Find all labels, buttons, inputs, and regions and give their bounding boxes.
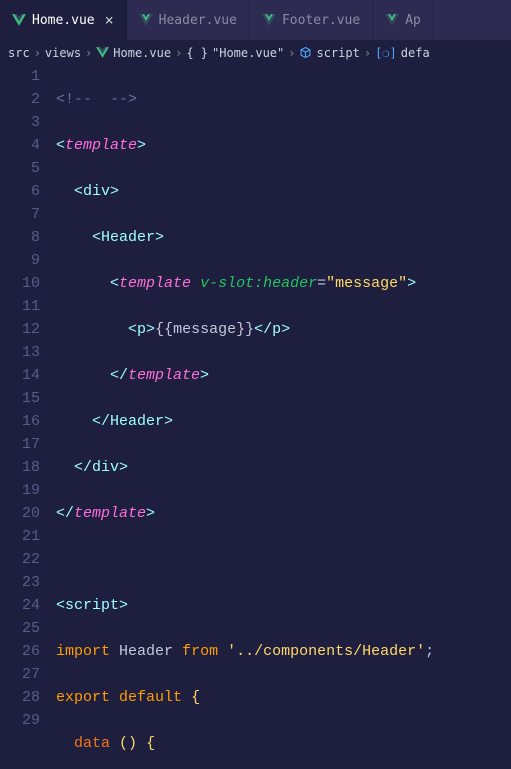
code-editor[interactable]: 1234 5678 9101112 13141516 17181920 2122… bbox=[0, 65, 511, 769]
code-line[interactable]: <script> bbox=[56, 594, 511, 617]
breadcrumb-views[interactable]: views bbox=[45, 46, 81, 60]
vue-icon bbox=[262, 14, 276, 26]
tab-app[interactable]: Ap bbox=[373, 0, 434, 40]
breadcrumb: src › views › Home.vue › { } "Home.vue" … bbox=[0, 40, 511, 65]
vue-icon bbox=[385, 14, 399, 26]
breadcrumb-src[interactable]: src bbox=[8, 46, 30, 60]
breadcrumb-region[interactable]: "Home.vue" bbox=[212, 46, 284, 60]
bracket-icon: [❍] bbox=[375, 46, 397, 60]
cube-icon bbox=[299, 47, 312, 58]
breadcrumb-script[interactable]: script bbox=[316, 46, 359, 60]
code-line[interactable]: <Header> bbox=[56, 226, 511, 249]
tab-label: Footer.vue bbox=[282, 13, 360, 28]
code-line[interactable]: </template> bbox=[56, 502, 511, 525]
code-line[interactable]: export default { bbox=[56, 686, 511, 709]
code-line[interactable]: import Header from '../components/Header… bbox=[56, 640, 511, 663]
code-line[interactable]: </template> bbox=[56, 364, 511, 387]
tab-label: Header.vue bbox=[159, 13, 237, 28]
tab-home[interactable]: Home.vue × bbox=[0, 0, 127, 40]
tab-label: Home.vue bbox=[32, 13, 95, 28]
code-line[interactable]: data () { bbox=[56, 732, 511, 755]
vue-icon bbox=[12, 14, 26, 26]
tab-bar: Home.vue × Header.vue Footer.vue Ap bbox=[0, 0, 511, 40]
code-line[interactable]: </Header> bbox=[56, 410, 511, 433]
chevron-icon: › bbox=[288, 46, 295, 60]
tab-label: Ap bbox=[405, 13, 421, 28]
vue-icon bbox=[139, 14, 153, 26]
vue-icon bbox=[96, 47, 109, 58]
breadcrumb-file[interactable]: Home.vue bbox=[113, 46, 171, 60]
code-line[interactable]: <div> bbox=[56, 180, 511, 203]
chevron-icon: › bbox=[85, 46, 92, 60]
code-line[interactable]: <template v-slot:header="message"> bbox=[56, 272, 511, 295]
code-line[interactable]: <p>{{message}}</p> bbox=[56, 318, 511, 341]
chevron-icon: › bbox=[364, 46, 371, 60]
code-line[interactable] bbox=[56, 548, 511, 571]
code-line[interactable]: <template> bbox=[56, 134, 511, 157]
code-line[interactable]: </div> bbox=[56, 456, 511, 479]
chevron-icon: › bbox=[175, 46, 182, 60]
code-content[interactable]: <!-- --> <template> <div> <Header> <temp… bbox=[56, 65, 511, 769]
line-number-gutter: 1234 5678 9101112 13141516 17181920 2122… bbox=[0, 65, 56, 769]
breadcrumb-default[interactable]: defa bbox=[401, 46, 430, 60]
brace-icon: { } bbox=[186, 46, 208, 60]
tab-footer[interactable]: Footer.vue bbox=[250, 0, 373, 40]
chevron-icon: › bbox=[34, 46, 41, 60]
tab-header[interactable]: Header.vue bbox=[127, 0, 250, 40]
close-icon[interactable]: × bbox=[105, 11, 114, 29]
code-line[interactable]: <!-- --> bbox=[56, 88, 511, 111]
